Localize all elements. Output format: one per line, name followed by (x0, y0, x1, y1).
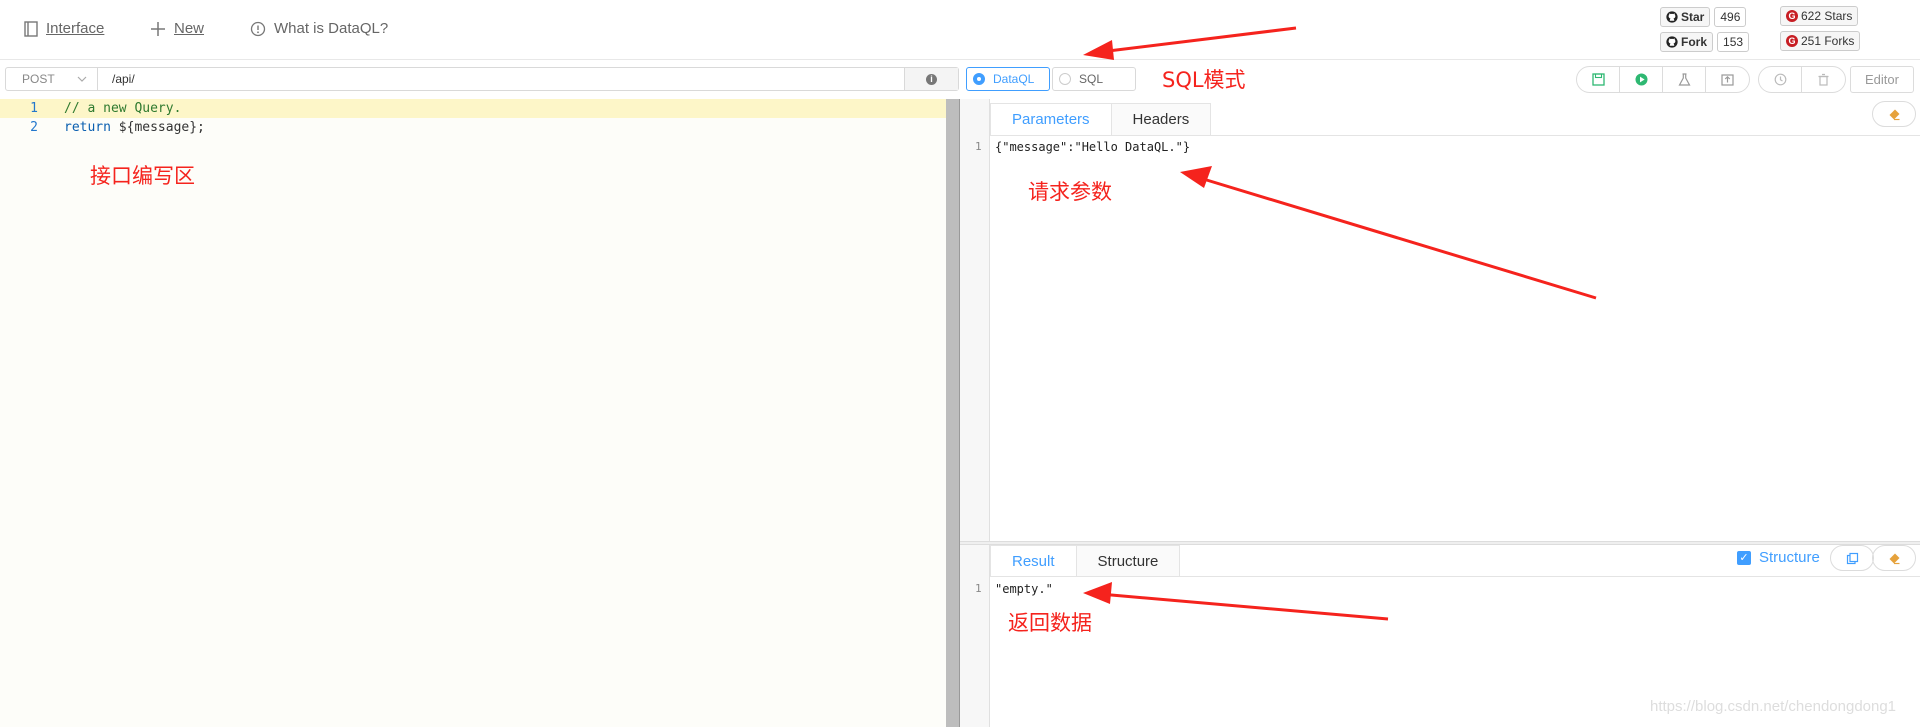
arrow-return-data (1083, 582, 1389, 621)
watermark: https://blog.csdn.net/chendongdong1 (1650, 698, 1897, 715)
annotation-arrows (1083, 26, 1597, 621)
arrow-request-params (1180, 166, 1597, 300)
arrow-sql-mode (1083, 26, 1297, 60)
